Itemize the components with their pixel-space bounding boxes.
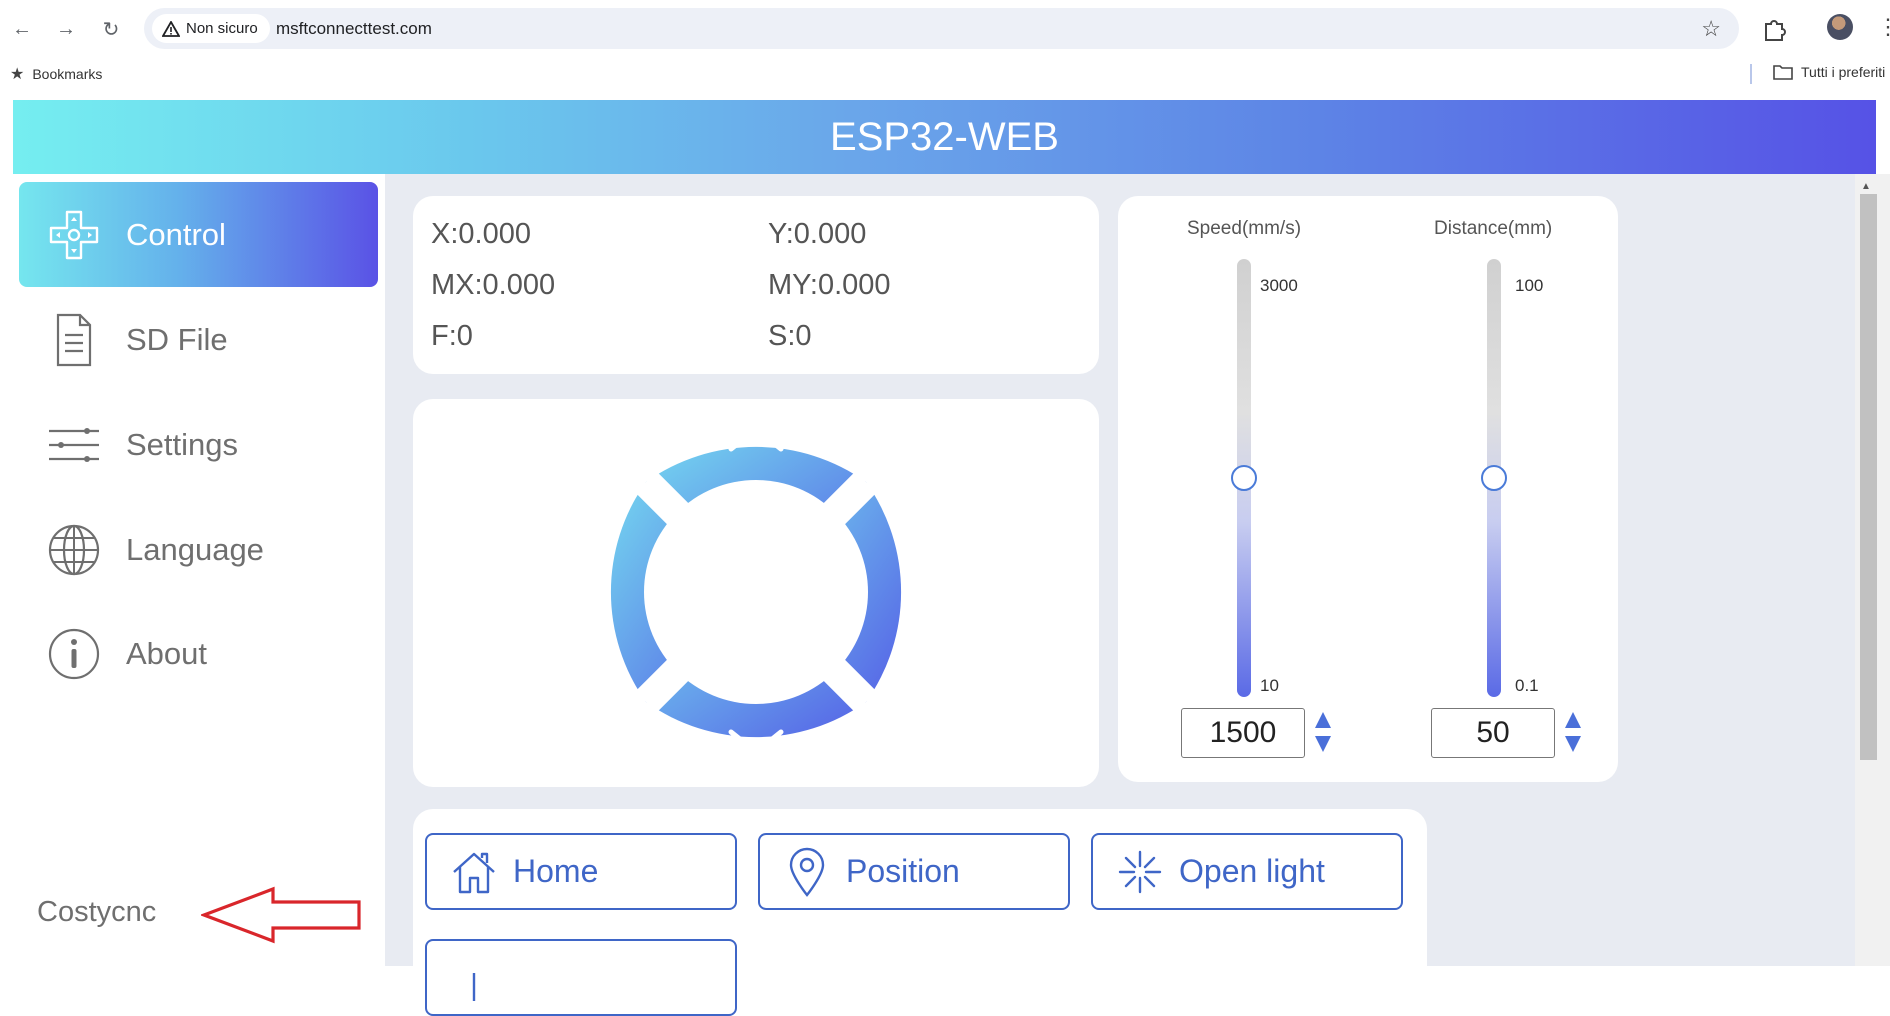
- app-title: ESP32-WEB: [830, 114, 1059, 159]
- globe-icon: [47, 523, 101, 577]
- position-label: Position: [846, 853, 960, 889]
- partial-button[interactable]: [425, 939, 737, 1016]
- back-icon[interactable]: ←: [7, 14, 37, 44]
- all-bookmarks-item[interactable]: Tutti i preferiti: [1773, 64, 1885, 80]
- scrollbar-thumb[interactable]: [1860, 194, 1877, 760]
- sidebar-item-label: Control: [126, 216, 226, 252]
- annotation-arrow-icon: [201, 886, 361, 944]
- sidebar-item-about[interactable]: About: [19, 601, 378, 706]
- speed-distance-card: Speed(mm/s) 3000 10 1500 Distance(mm) 10…: [1118, 196, 1618, 782]
- dpad-icon: [47, 208, 101, 262]
- sidebar-item-control[interactable]: Control: [19, 182, 378, 287]
- sidebar-item-label: About: [126, 635, 208, 671]
- sidebar-item-settings[interactable]: Settings: [19, 392, 378, 497]
- speed-title: Speed(mm/s): [1187, 218, 1302, 239]
- jog-pad: [585, 425, 927, 756]
- speed-input[interactable]: 1500: [1181, 708, 1305, 758]
- distance-title: Distance(mm): [1434, 218, 1553, 239]
- sidebar-item-label: Language: [126, 531, 264, 567]
- distance-slider-knob[interactable]: [1481, 465, 1507, 491]
- url-text[interactable]: msftconnecttest.com: [276, 19, 432, 39]
- distance-stepper[interactable]: [1564, 710, 1582, 754]
- x-readout: X:0.000: [431, 218, 531, 250]
- home-icon: [449, 847, 499, 897]
- extensions-icon[interactable]: [1760, 13, 1790, 43]
- security-chip[interactable]: Non sicuro: [152, 14, 270, 43]
- speed-slider-knob[interactable]: [1231, 465, 1257, 491]
- actions-card: Home Position Open light: [413, 809, 1427, 1016]
- bookmarks-divider: [1750, 64, 1752, 84]
- security-label: Non sicuro: [186, 20, 258, 37]
- chevron-left-icon: [585, 564, 612, 620]
- info-icon: [47, 627, 101, 681]
- bookmarks-label: Bookmarks: [32, 66, 103, 82]
- sidebar-item-label: Settings: [126, 426, 239, 462]
- sidebar-item-label: SD File: [126, 321, 228, 357]
- distance-input[interactable]: 50: [1431, 708, 1555, 758]
- jog-card: [413, 399, 1099, 787]
- reload-icon[interactable]: ↻: [96, 14, 126, 44]
- folder-icon: [1773, 65, 1793, 80]
- mx-readout: MX:0.000: [431, 269, 556, 301]
- f-readout: F:0: [431, 320, 473, 352]
- open-light-button[interactable]: Open light: [1091, 833, 1403, 910]
- brand-label: Costycnc: [37, 896, 157, 928]
- star-icon: ★: [10, 66, 25, 83]
- speed-stepper[interactable]: [1314, 710, 1332, 754]
- avatar[interactable]: [1827, 14, 1853, 40]
- distance-max-label: 100: [1515, 276, 1544, 295]
- address-bar[interactable]: Non sicuro msftconnecttest.com ☆: [144, 8, 1739, 49]
- sidebar-item-sd-file[interactable]: SD File: [19, 287, 378, 392]
- y-readout: Y:0.000: [768, 218, 867, 250]
- bookmarks-item[interactable]: ★ Bookmarks: [10, 64, 102, 84]
- main-panel: X:0.000 Y:0.000 MX:0.000 MY:0.000 F:0 S:…: [385, 174, 1855, 1016]
- home-label: Home: [513, 853, 599, 889]
- forward-icon[interactable]: →: [51, 14, 81, 44]
- scroll-up-icon[interactable]: ▲: [1861, 181, 1871, 192]
- position-card: X:0.000 Y:0.000 MX:0.000 MY:0.000 F:0 S:…: [413, 196, 1099, 374]
- s-readout: S:0: [768, 320, 812, 352]
- chevron-up-icon: [728, 425, 784, 452]
- speed-max-label: 3000: [1260, 276, 1298, 295]
- browser-chrome: ← → ↻ Non sicuro msftconnecttest.com ☆ ⋮…: [0, 0, 1890, 100]
- partial-icon: [449, 953, 499, 1003]
- document-icon: [47, 313, 101, 367]
- speed-min-label: 10: [1260, 676, 1279, 695]
- chevron-right-icon: [900, 564, 927, 620]
- open-light-label: Open light: [1179, 853, 1325, 889]
- home-button[interactable]: Home: [425, 833, 737, 910]
- light-burst-icon: [1115, 847, 1165, 897]
- sidebar: Control SD File Settings Language About …: [13, 174, 385, 966]
- sliders-icon: [47, 418, 101, 472]
- menu-kebab-icon[interactable]: ⋮: [1877, 14, 1890, 40]
- app-header: ESP32-WEB: [13, 100, 1876, 174]
- distance-min-label: 0.1: [1515, 676, 1539, 695]
- all-bookmarks-label: Tutti i preferiti: [1801, 64, 1886, 80]
- sidebar-item-language[interactable]: Language: [19, 497, 378, 602]
- bookmark-star-icon[interactable]: ☆: [1701, 16, 1721, 42]
- my-readout: MY:0.000: [768, 269, 891, 301]
- map-pin-icon: [782, 847, 832, 897]
- position-button[interactable]: Position: [758, 833, 1070, 910]
- warning-icon: [162, 20, 180, 37]
